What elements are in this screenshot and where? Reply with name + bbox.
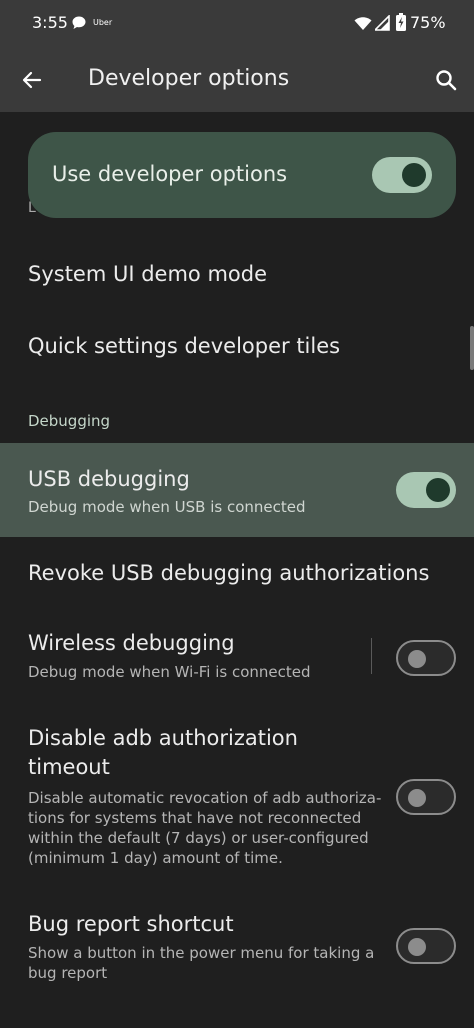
switch-knob — [408, 650, 426, 668]
cell-signal-icon — [375, 15, 390, 31]
search-icon[interactable] — [434, 68, 458, 92]
disable-adb-timeout-title-line2: timeout — [28, 755, 110, 779]
revoke-usb-debugging-title: Revoke USB debugging authorizations — [28, 561, 430, 585]
wifi-icon — [354, 17, 372, 30]
battery-percent: 75% — [410, 13, 446, 32]
disable-adb-timeout-subtitle-line2: tions for systems that have not reconnec… — [28, 809, 362, 827]
use-developer-options-card[interactable]: Use developer options — [28, 132, 456, 218]
disable-adb-timeout-subtitle-line4: (minimum 1 day) amount of time. — [28, 849, 283, 867]
status-bar: 3:55 Uber 75% — [0, 0, 474, 48]
battery-charging-icon — [396, 13, 406, 31]
usb-debugging-switch[interactable] — [396, 472, 456, 508]
switch-knob — [408, 938, 426, 956]
arrow-left-icon[interactable] — [20, 68, 44, 92]
row-divider — [371, 638, 372, 674]
usb-debugging-title: USB debugging — [28, 467, 190, 491]
disable-adb-timeout-subtitle-line3: within the default (7 days) or user-conf… — [28, 829, 369, 847]
wireless-debugging-subtitle: Debug mode when Wi-Fi is connected — [28, 663, 311, 681]
screen: 3:55 Uber 75% Developer options L Use de… — [0, 0, 474, 1028]
disable-adb-timeout-subtitle-line1: Disable automatic revocation of adb auth… — [28, 789, 382, 807]
system-ui-demo-mode-title: System UI demo mode — [28, 262, 268, 286]
usb-debugging-row[interactable]: USB debugging Debug mode when USB is con… — [0, 443, 474, 537]
chat-bubble-icon — [72, 16, 86, 29]
bug-report-shortcut-switch[interactable] — [396, 928, 456, 964]
section-header-debugging: Debugging — [28, 412, 111, 430]
use-developer-options-label: Use developer options — [52, 162, 288, 186]
scrollbar-thumb[interactable] — [470, 326, 474, 370]
status-uber-notification: Uber — [93, 18, 113, 27]
usb-debugging-subtitle: Debug mode when USB is connected — [28, 498, 306, 516]
use-developer-options-switch[interactable] — [372, 157, 432, 193]
app-bar: Developer options — [0, 48, 474, 112]
bug-report-shortcut-title: Bug report shortcut — [28, 912, 234, 936]
disable-adb-timeout-title-line1: Disable adb authorization — [28, 726, 298, 750]
status-time: 3:55 — [32, 13, 68, 32]
switch-knob — [408, 789, 426, 807]
bug-report-shortcut-subtitle-line2: bug report — [28, 964, 108, 982]
wireless-debugging-title: Wireless debugging — [28, 631, 235, 655]
switch-knob — [402, 163, 426, 187]
bug-report-shortcut-subtitle-line1: Show a button in the power menu for taki… — [28, 944, 375, 962]
page-title: Developer options — [88, 66, 290, 91]
disable-adb-timeout-switch[interactable] — [396, 779, 456, 815]
quick-settings-developer-tiles-title: Quick settings developer tiles — [28, 334, 341, 358]
switch-knob — [426, 478, 450, 502]
wireless-debugging-switch[interactable] — [396, 640, 456, 676]
